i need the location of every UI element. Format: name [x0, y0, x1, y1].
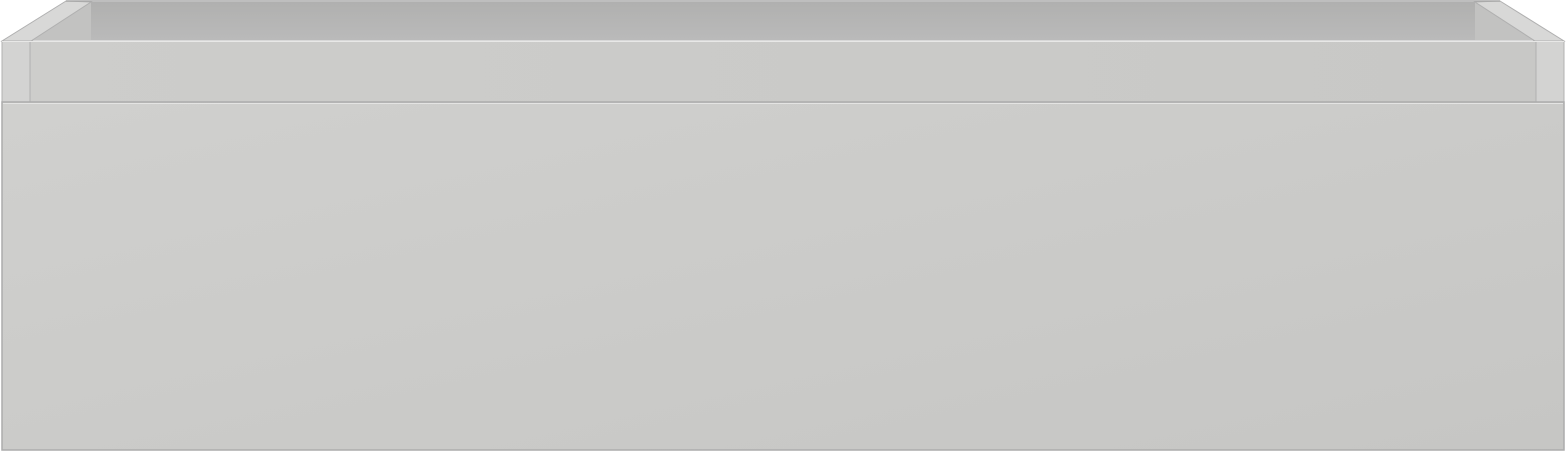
- drawer-right-post: [1535, 40, 1565, 103]
- drawer-front-panel: [1, 101, 1565, 451]
- drawer-svg: [0, 0, 1566, 451]
- drawer-inner-back-wall: [91, 2, 1475, 40]
- drawer-illustration: [0, 0, 1566, 452]
- drawer-left-post: [1, 40, 31, 103]
- drawer-inner-lip: [29, 40, 1537, 103]
